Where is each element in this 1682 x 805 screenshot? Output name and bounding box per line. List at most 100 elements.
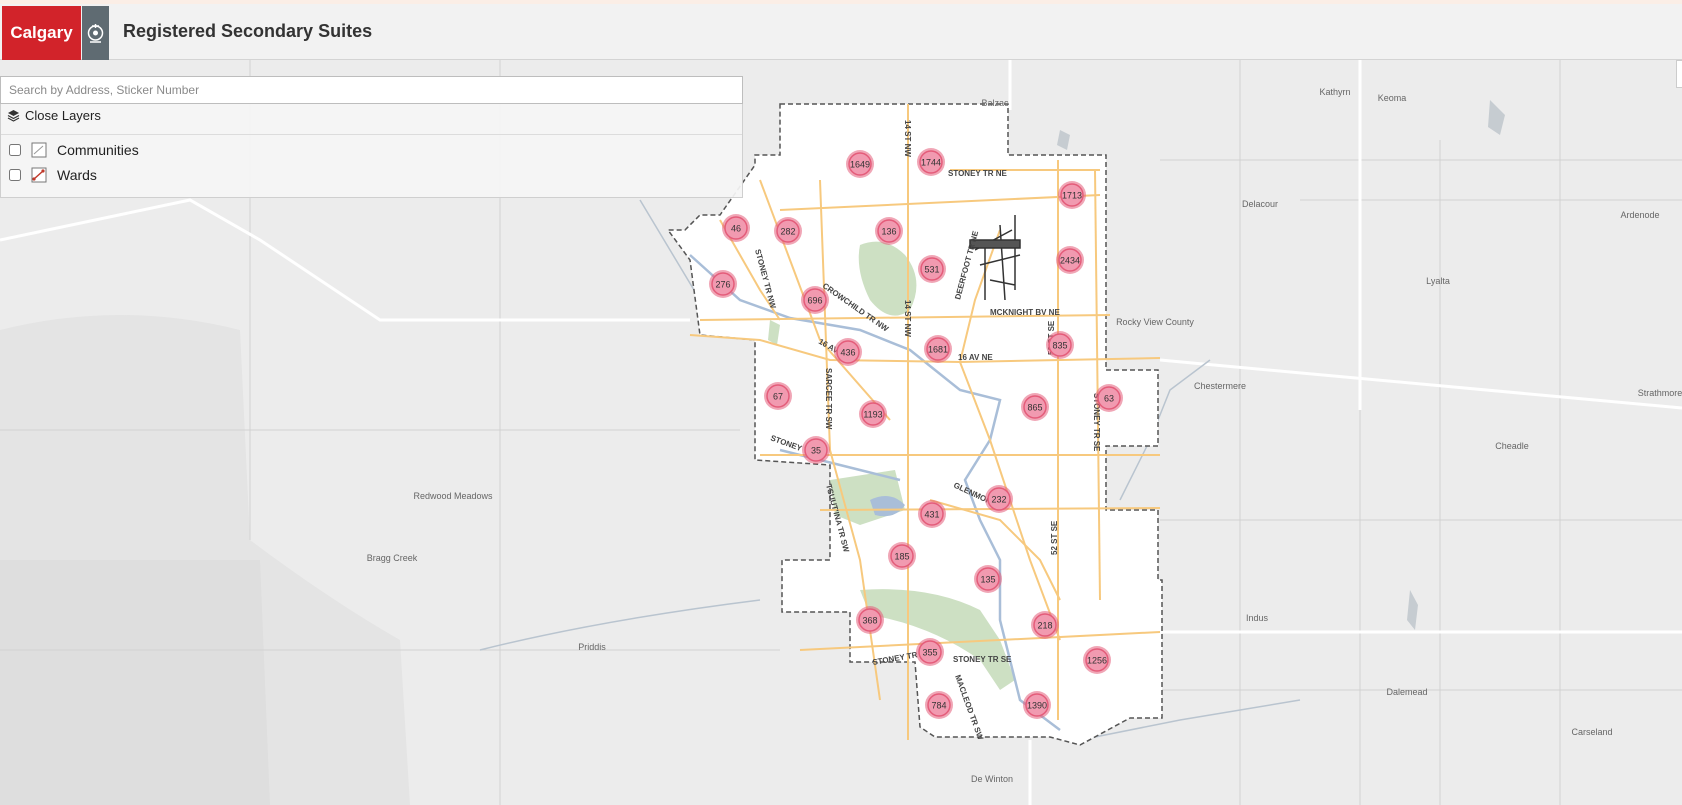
suite-cluster-marker[interactable]: 35 [802, 436, 830, 464]
suite-cluster-marker[interactable]: 1193 [859, 400, 887, 428]
map-control-edge[interactable] [1676, 60, 1682, 88]
cluster-count: 135 [980, 575, 995, 585]
cluster-count: 185 [894, 552, 909, 562]
cluster-count: 1681 [928, 345, 948, 355]
cluster-count: 276 [715, 280, 730, 290]
road-label: 16 AV NE [958, 353, 993, 362]
place-label: Redwood Meadows [413, 491, 493, 501]
layers-icon [7, 110, 20, 122]
close-layers-button[interactable]: Close Layers [7, 108, 101, 123]
road-label: STONEY TR NE [948, 169, 1007, 178]
cluster-count: 784 [931, 701, 946, 711]
road-label: STONEY TR SE [953, 655, 1012, 664]
suite-cluster-marker[interactable]: 218 [1031, 611, 1059, 639]
suite-cluster-marker[interactable]: 232 [985, 485, 1013, 513]
cluster-count: 218 [1037, 621, 1052, 631]
page-title: Registered Secondary Suites [123, 21, 373, 41]
layer-label-communities: Communities [57, 142, 139, 158]
road-label: 14 ST NW [903, 300, 912, 337]
suite-cluster-marker[interactable]: 1256 [1083, 646, 1111, 674]
place-label: Delacour [1242, 199, 1278, 209]
road-label: MCKNIGHT BV NE [990, 308, 1060, 317]
cluster-count: 136 [881, 227, 896, 237]
calgary-logo[interactable]: Calgary [2, 6, 81, 60]
suite-cluster-marker[interactable]: 2434 [1056, 246, 1084, 274]
cluster-count: 1193 [863, 410, 882, 420]
layer-item-communities: Communities [9, 142, 139, 158]
layers-panel: Close Layers Communities Wards [0, 104, 743, 198]
suite-cluster-marker[interactable]: 135 [974, 565, 1002, 593]
cluster-count: 282 [780, 227, 795, 237]
place-label: De Winton [971, 774, 1013, 784]
cluster-count: 232 [991, 495, 1006, 505]
cluster-count: 1713 [1062, 191, 1082, 201]
layer-label-wards: Wards [57, 167, 97, 183]
cluster-count: 35 [811, 446, 821, 456]
polygon-icon [31, 142, 47, 158]
cluster-count: 355 [922, 648, 937, 658]
place-label: Priddis [578, 642, 606, 652]
suite-cluster-marker[interactable]: 531 [918, 255, 946, 283]
suite-cluster-marker[interactable]: 1390 [1023, 691, 1051, 719]
place-label: Cheadle [1495, 441, 1529, 451]
cluster-count: 865 [1027, 403, 1042, 413]
road-label: 14 ST NW [903, 120, 912, 157]
suite-cluster-marker[interactable]: 784 [925, 691, 953, 719]
cluster-count: 1649 [850, 160, 870, 170]
city-crest-icon [82, 6, 109, 60]
cluster-count: 1744 [921, 158, 941, 168]
suite-cluster-marker[interactable]: 46 [722, 214, 750, 242]
place-label: Chestermere [1194, 381, 1246, 391]
place-label: Balzac [981, 98, 1009, 108]
suite-cluster-marker[interactable]: 276 [709, 270, 737, 298]
suite-cluster-marker[interactable]: 1649 [846, 150, 874, 178]
suite-cluster-marker[interactable]: 67 [764, 382, 792, 410]
cluster-count: 431 [924, 510, 939, 520]
place-label: Ardenode [1620, 210, 1659, 220]
suite-cluster-marker[interactable]: 355 [916, 638, 944, 666]
suite-cluster-marker[interactable]: 436 [834, 338, 862, 366]
cluster-count: 835 [1052, 341, 1067, 351]
place-label: Lyalta [1426, 276, 1450, 286]
cluster-count: 46 [731, 224, 741, 234]
place-label: Dalemead [1386, 687, 1427, 697]
communities-checkbox[interactable] [9, 144, 21, 156]
place-label: Rocky View County [1116, 317, 1194, 327]
cluster-count: 63 [1104, 394, 1114, 404]
place-label: Carseland [1571, 727, 1612, 737]
divider [1, 134, 742, 135]
suite-cluster-marker[interactable]: 431 [918, 500, 946, 528]
app-header: Calgary Registered Secondary Suites [0, 0, 1682, 60]
road-label: 52 ST SE [1050, 520, 1059, 555]
road-label: SARCEE TR SW [824, 368, 833, 430]
layer-item-wards: Wards [9, 167, 97, 183]
search-input[interactable] [0, 76, 743, 104]
place-label: Strathmore [1638, 388, 1682, 398]
cluster-count: 2434 [1060, 256, 1080, 266]
suite-cluster-marker[interactable]: 1713 [1058, 181, 1086, 209]
cluster-count: 368 [862, 616, 877, 626]
cluster-count: 1390 [1027, 701, 1047, 711]
suite-cluster-marker[interactable]: 696 [801, 286, 829, 314]
suite-cluster-marker[interactable]: 368 [856, 606, 884, 634]
suite-cluster-marker[interactable]: 63 [1095, 384, 1123, 412]
suite-cluster-marker[interactable]: 136 [875, 217, 903, 245]
cluster-count: 1256 [1087, 656, 1107, 666]
ward-polygon-icon [31, 167, 47, 183]
suite-cluster-marker[interactable]: 282 [774, 217, 802, 245]
search-and-layers-panel: Close Layers Communities Wards [0, 76, 743, 198]
suite-cluster-marker[interactable]: 185 [888, 542, 916, 570]
cluster-count: 696 [807, 296, 822, 306]
suite-cluster-marker[interactable]: 835 [1046, 331, 1074, 359]
cluster-count: 436 [840, 348, 855, 358]
place-label: Keoma [1378, 93, 1407, 103]
suite-cluster-marker[interactable]: 1681 [924, 335, 952, 363]
wards-checkbox[interactable] [9, 169, 21, 181]
cluster-count: 67 [773, 392, 783, 402]
suite-cluster-marker[interactable]: 1744 [917, 148, 945, 176]
place-label: Kathyrn [1319, 87, 1350, 97]
place-label: Indus [1246, 613, 1269, 623]
close-layers-label: Close Layers [25, 108, 101, 123]
suite-cluster-marker[interactable]: 865 [1021, 393, 1049, 421]
cluster-count: 531 [924, 265, 939, 275]
